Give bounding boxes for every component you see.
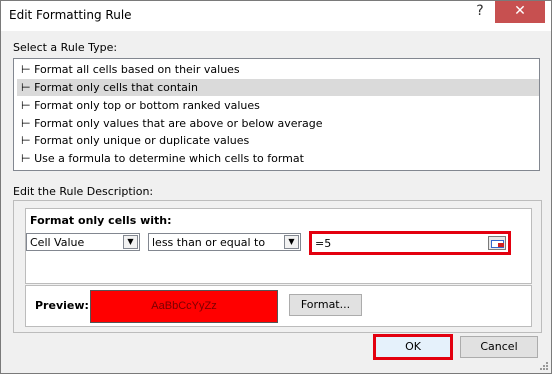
preview-swatch: AaBbCcYyZz [90, 290, 278, 323]
preview-label: Preview: [35, 299, 89, 312]
operator-select[interactable]: less than or equal to ▼ [148, 233, 301, 251]
arrow-icon: ⊢ [21, 117, 31, 130]
rule-description-label: Edit the Rule Description: [13, 185, 154, 198]
help-button[interactable]: ? [467, 1, 493, 23]
rule-type-label: Select a Rule Type: [13, 41, 118, 54]
chevron-down-icon[interactable]: ▼ [284, 235, 299, 249]
rule-type-item[interactable]: ⊢ Format only values that are above or b… [17, 115, 539, 132]
chevron-down-icon[interactable]: ▼ [123, 235, 138, 249]
rule-type-item[interactable]: ⊢ Use a formula to determine which cells… [17, 150, 539, 167]
format-button[interactable]: Format... [289, 294, 362, 316]
ok-button[interactable]: OK [373, 334, 453, 360]
condition-type-select[interactable]: Cell Value ▼ [26, 233, 140, 251]
cancel-button[interactable]: Cancel [460, 336, 538, 358]
resize-grip-icon[interactable] [539, 361, 549, 371]
rule-type-item-selected[interactable]: ⊢ Format only cells that contain [17, 79, 539, 96]
rule-type-item[interactable]: ⊢ Format only top or bottom ranked value… [17, 97, 539, 114]
arrow-icon: ⊢ [21, 152, 31, 165]
rule-type-item[interactable]: ⊢ Format all cells based on their values [17, 61, 539, 78]
value-input[interactable]: =5 [309, 231, 511, 255]
collapse-dialog-icon[interactable] [488, 236, 506, 250]
arrow-icon: ⊢ [21, 134, 31, 147]
format-only-cells-label: Format only cells with: [30, 214, 172, 227]
format-condition-panel: Format only cells with: Cell Value ▼ les… [25, 208, 532, 284]
preview-panel: Preview: AaBbCcYyZz Format... [25, 285, 532, 327]
arrow-icon: ⊢ [21, 99, 31, 112]
rule-type-item[interactable]: ⊢ Format only unique or duplicate values [17, 132, 539, 149]
rule-description-box: Format only cells with: Cell Value ▼ les… [13, 200, 542, 333]
edit-formatting-rule-dialog: Edit Formatting Rule ? ✕ Select a Rule T… [0, 0, 552, 374]
title-bar[interactable]: Edit Formatting Rule ? ✕ [1, 1, 551, 31]
dialog-title: Edit Formatting Rule [9, 8, 132, 22]
arrow-icon: ⊢ [21, 81, 31, 94]
rule-type-list[interactable]: ⊢ Format all cells based on their values… [13, 58, 540, 171]
arrow-icon: ⊢ [21, 63, 31, 76]
close-button[interactable]: ✕ [495, 1, 545, 23]
